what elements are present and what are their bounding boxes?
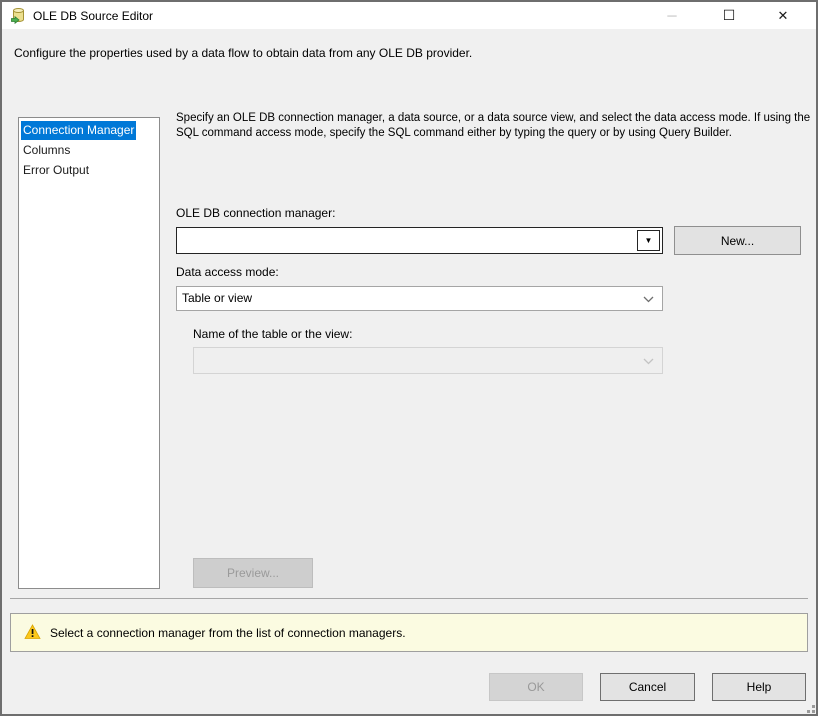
warning-icon — [24, 624, 41, 640]
panel-description: Specify an OLE DB connection manager, a … — [176, 111, 814, 141]
help-button[interactable]: Help — [712, 673, 806, 701]
nav-item-connection-manager[interactable]: Connection Manager — [19, 120, 159, 140]
chevron-down-icon — [643, 296, 654, 303]
connection-manager-combobox[interactable]: ▼ — [176, 227, 663, 254]
close-icon[interactable]: ✕ — [761, 2, 805, 29]
ole-db-source-editor-dialog: OLE DB Source Editor ─ ☐ ✕ Configure the… — [0, 0, 818, 716]
minimize-icon: ─ — [650, 2, 694, 29]
table-name-combobox[interactable] — [193, 347, 663, 374]
chevron-down-icon — [643, 358, 654, 365]
page-list: Connection Manager Columns Error Output — [18, 117, 160, 589]
new-connection-button[interactable]: New... — [674, 226, 801, 255]
maximize-icon[interactable]: ☐ — [707, 2, 751, 29]
dropdown-arrow-icon[interactable]: ▼ — [637, 230, 660, 251]
cancel-button[interactable]: Cancel — [600, 673, 695, 701]
data-access-mode-combobox[interactable]: Table or view — [176, 286, 663, 311]
ok-button[interactable]: OK — [489, 673, 583, 701]
data-access-mode-label: Data access mode: — [176, 265, 279, 279]
connection-manager-label: OLE DB connection manager: — [176, 206, 335, 220]
warning-banner: Select a connection manager from the lis… — [10, 613, 808, 652]
ole-db-source-icon — [10, 7, 27, 24]
warning-text: Select a connection manager from the lis… — [50, 626, 406, 640]
table-name-label: Name of the table or the view: — [193, 327, 352, 341]
dialog-description: Configure the properties used by a data … — [14, 46, 794, 60]
title-bar: OLE DB Source Editor ─ ☐ ✕ — [2, 2, 816, 29]
separator-line — [10, 598, 808, 599]
nav-item-columns[interactable]: Columns — [19, 140, 159, 160]
window-title: OLE DB Source Editor — [33, 9, 153, 23]
resize-grip[interactable] — [803, 701, 815, 713]
preview-button[interactable]: Preview... — [193, 558, 313, 588]
nav-item-error-output[interactable]: Error Output — [19, 160, 159, 180]
data-access-mode-value: Table or view — [182, 291, 252, 305]
